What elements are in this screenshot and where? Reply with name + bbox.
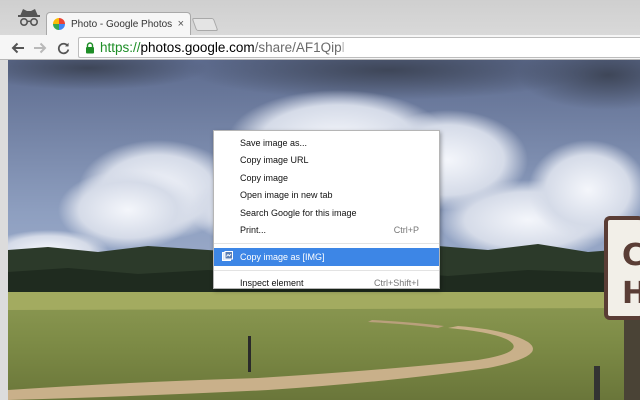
tab-google-photos[interactable]: Photo - Google Photos × (46, 12, 191, 35)
tab-close-icon[interactable]: × (178, 18, 184, 30)
menu-item-label: Copy image as [IMG] (240, 251, 325, 262)
back-button[interactable] (9, 39, 27, 57)
back-arrow-icon (11, 42, 24, 54)
menu-item-open-image-new-tab[interactable]: Open image in new tab (214, 187, 439, 205)
menu-item-label: Copy image (240, 172, 289, 183)
menu-item-print[interactable]: Print... Ctrl+P (214, 222, 439, 240)
reload-button[interactable] (54, 39, 72, 57)
reload-icon (57, 42, 69, 54)
menu-item-copy-image-as-img[interactable]: Copy image as [IMG] (214, 248, 439, 266)
context-menu: Save image as... Copy image URL Copy ima… (213, 130, 440, 289)
sign-letter-2: H (622, 276, 640, 311)
menu-item-label: Print... (240, 225, 267, 236)
menu-item-search-google-image[interactable]: Search Google for this image (214, 204, 439, 222)
extension-icon (222, 251, 233, 261)
menu-item-label: Inspect element (240, 278, 304, 289)
menu-separator (214, 243, 439, 244)
sign-letter-1: C (622, 238, 640, 273)
menu-separator (214, 269, 439, 271)
google-photos-favicon-icon (53, 18, 65, 30)
menu-item-copy-image[interactable]: Copy image (214, 169, 439, 187)
menu-item-inspect-element[interactable]: Inspect element Ctrl+Shift+I (214, 275, 439, 293)
forward-button[interactable] (31, 39, 49, 57)
menu-item-label: Copy image URL (240, 155, 309, 166)
menu-item-label: Search Google for this image (240, 207, 357, 218)
tab-title: Photo - Google Photos (71, 18, 173, 30)
menu-item-label: Save image as... (240, 137, 308, 148)
new-tab-button[interactable] (191, 18, 219, 31)
browser-toolbar: https://photos.google.com/share/AF1Qipl (0, 35, 640, 60)
menu-item-copy-image-url[interactable]: Copy image URL (214, 152, 439, 170)
menu-item-save-image-as[interactable]: Save image as... (214, 134, 439, 152)
tab-strip: Photo - Google Photos × (0, 0, 640, 35)
url-fade: l (341, 40, 345, 55)
incognito-icon (18, 9, 40, 27)
menu-item-shortcut: Ctrl+P (393, 225, 419, 236)
address-bar[interactable]: https://photos.google.com/share/AF1Qipl (78, 37, 640, 58)
url-scheme: https:// (100, 40, 141, 55)
forward-arrow-icon (34, 42, 47, 54)
address-url[interactable]: https://photos.google.com/share/AF1Qipl (100, 40, 345, 55)
menu-item-shortcut: Ctrl+Shift+I (373, 278, 419, 289)
url-path: /share/AF1Qip (254, 40, 342, 55)
url-host: photos.google.com (140, 40, 255, 55)
menu-item-label: Open image in new tab (240, 190, 333, 201)
secure-lock-icon (86, 41, 94, 53)
road-sign: C H (604, 216, 640, 320)
